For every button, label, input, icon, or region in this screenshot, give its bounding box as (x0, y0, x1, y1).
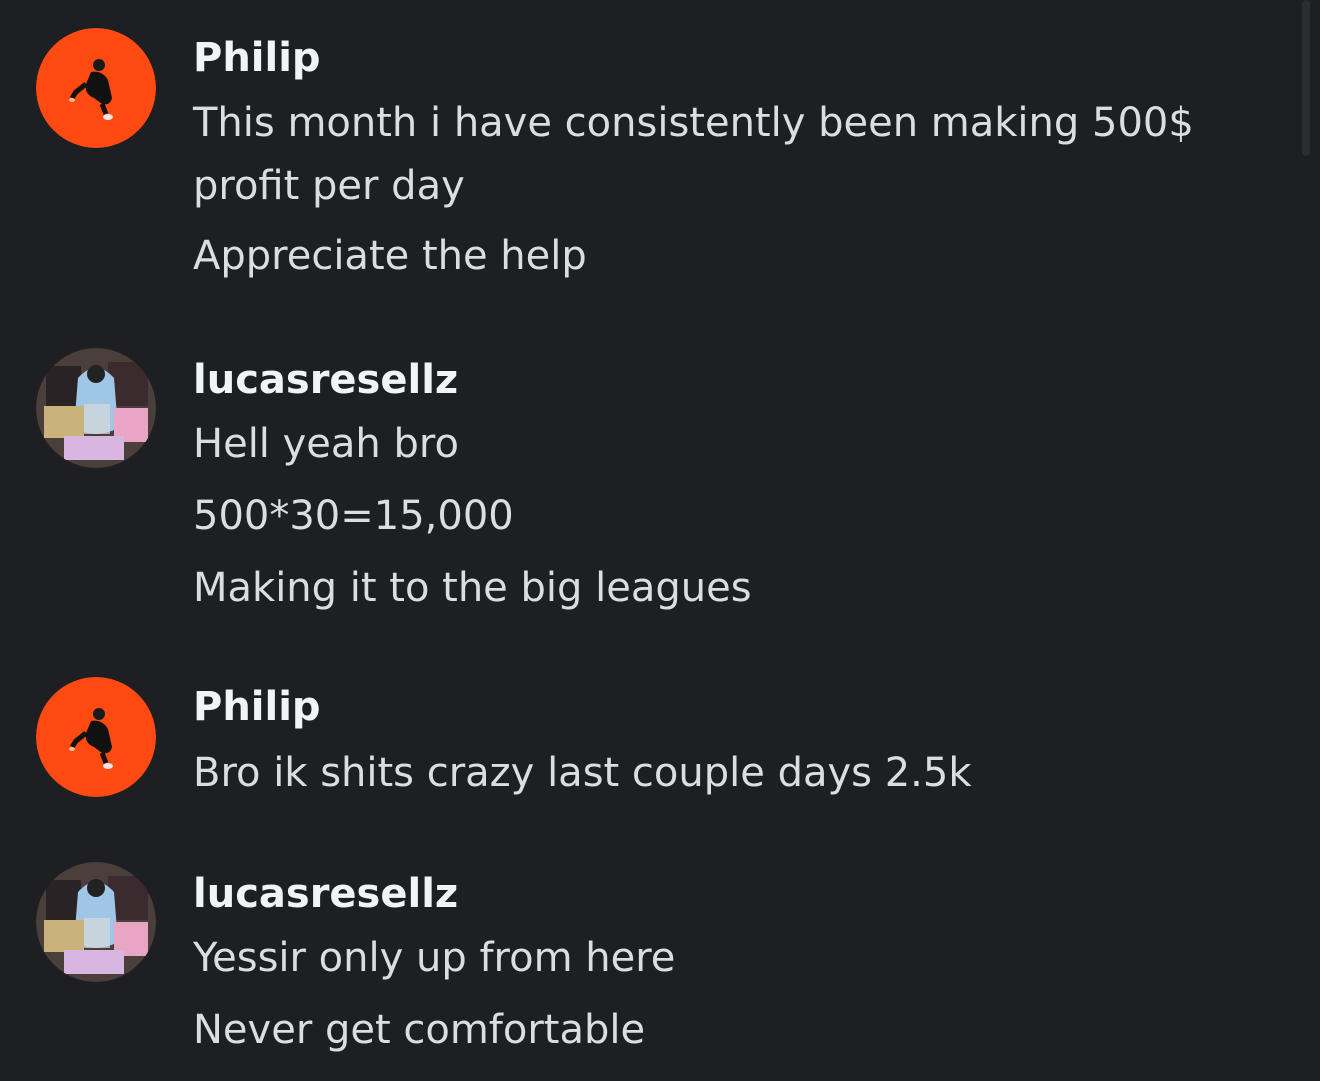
username[interactable]: Philip (193, 683, 1290, 731)
message-content: Philip This month i have consistently be… (193, 34, 1290, 288)
avatar[interactable] (36, 677, 156, 797)
avatar[interactable] (36, 862, 156, 982)
chat-message-list: Philip This month i have consistently be… (0, 0, 1300, 1081)
message-content: Philip Bro ik shits crazy last couple da… (193, 683, 1290, 805)
clothing-pile-avatar-icon (36, 862, 156, 982)
message-content: lucasresellz Hell yeah bro 500*30=15,000… (193, 356, 1290, 620)
message-text: Appreciate the help (193, 233, 587, 279)
message-text: Yessir only up from here (193, 935, 676, 981)
orange-figure-avatar-icon (36, 28, 156, 148)
username[interactable]: lucasresellz (193, 870, 1290, 918)
message-content: lucasresellz Yessir only up from here Ne… (193, 870, 1290, 1062)
scrollbar[interactable] (1302, 0, 1310, 156)
message-text: This month i have consistently been maki… (193, 100, 1194, 209)
message-text: Hell yeah bro (193, 421, 459, 467)
message-text: Never get comfortable (193, 1007, 646, 1053)
clothing-pile-avatar-icon (36, 348, 156, 468)
message-text: Making it to the big leagues (193, 565, 752, 611)
orange-figure-avatar-icon (36, 677, 156, 797)
username[interactable]: lucasresellz (193, 356, 1290, 404)
avatar[interactable] (36, 28, 156, 148)
message-text: 500*30=15,000 (193, 493, 514, 539)
message-text: Bro ik shits crazy last couple days 2.5k (193, 750, 972, 796)
username[interactable]: Philip (193, 34, 1290, 82)
avatar[interactable] (36, 348, 156, 468)
